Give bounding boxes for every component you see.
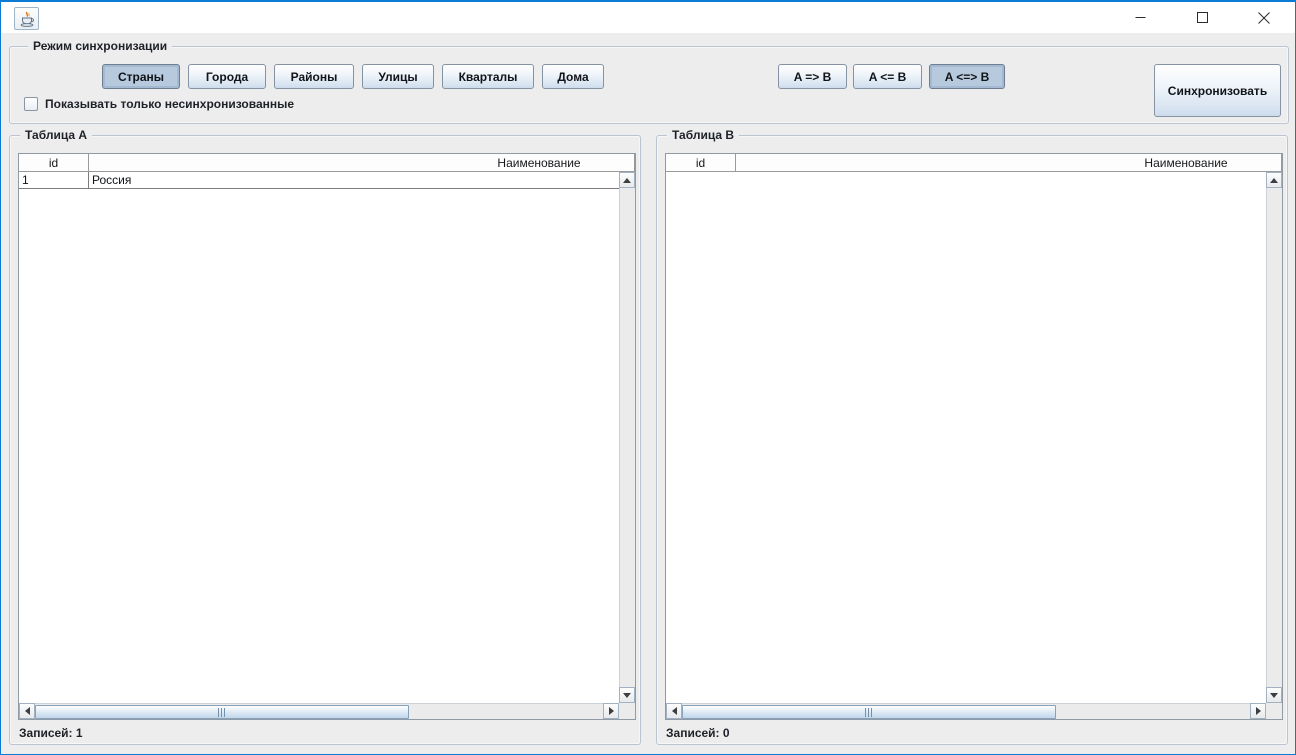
scroll-down-button[interactable] [619, 687, 635, 703]
maximize-button[interactable] [1171, 2, 1233, 33]
scrollbar-corner [619, 703, 635, 719]
checkbox-icon[interactable] [24, 97, 38, 111]
entity-button-cities[interactable]: Города [188, 64, 266, 89]
arrow-up-icon [623, 178, 631, 183]
horizontal-scroll-thumb[interactable] [35, 705, 409, 719]
close-icon [1258, 12, 1270, 24]
scroll-right-button[interactable] [603, 703, 619, 719]
maximize-icon [1197, 12, 1208, 23]
java-coffee-cup-icon [18, 11, 36, 27]
arrow-right-icon [1256, 707, 1261, 715]
scroll-right-button[interactable] [1250, 703, 1266, 719]
close-button[interactable] [1233, 2, 1295, 33]
window-controls [1109, 2, 1295, 33]
table-b-title: Таблица B [667, 128, 739, 143]
thumb-grip [865, 708, 873, 717]
minimize-button[interactable] [1109, 2, 1171, 33]
table-row[interactable]: 1 Россия [19, 172, 619, 189]
table-b-header-name-label: Наименование [736, 156, 1282, 170]
table-b-header-id[interactable]: id [666, 154, 736, 172]
scroll-up-button[interactable] [619, 172, 635, 188]
arrow-up-icon [1270, 178, 1278, 183]
table-a-viewport[interactable]: 1 Россия [19, 172, 619, 703]
table-b-scrollpane: id Наименование [665, 153, 1283, 720]
table-b-vertical-scrollbar[interactable] [1266, 172, 1282, 703]
titlebar[interactable] [1, 2, 1295, 33]
scroll-left-button[interactable] [19, 703, 35, 719]
table-b-viewport[interactable] [666, 172, 1266, 703]
system-menu-button[interactable] [14, 7, 39, 30]
table-a-header-name[interactable]: Наименование [89, 154, 635, 172]
direction-button-two-way[interactable]: A <=> B [929, 64, 1005, 89]
horizontal-scroll-thumb[interactable] [682, 705, 1056, 719]
table-b-record-count: Записей: 0 [666, 726, 730, 740]
scroll-up-button[interactable] [1266, 172, 1282, 188]
table-b-panel: Таблица B id Наименование Записей: 0 [656, 135, 1288, 745]
table-b-horizontal-scrollbar[interactable] [666, 703, 1266, 719]
table-a-record-count: Записей: 1 [19, 726, 83, 740]
arrow-left-icon [25, 707, 30, 715]
scrollbar-corner [1266, 703, 1282, 719]
scroll-left-button[interactable] [666, 703, 682, 719]
direction-button-a-to-b[interactable]: A => B [778, 64, 847, 89]
thumb-grip [218, 708, 226, 717]
cell-name[interactable]: Россия [89, 172, 619, 188]
table-a-header: id Наименование [19, 154, 635, 172]
table-a-panel: Таблица A id Наименование 1 Россия [9, 135, 641, 745]
direction-button-b-to-a[interactable]: A <= B [853, 64, 922, 89]
synchronize-button[interactable]: Синхронизовать [1154, 64, 1281, 117]
entity-button-districts[interactable]: Районы [274, 64, 354, 89]
table-b-header: id Наименование [666, 154, 1282, 172]
entity-button-houses[interactable]: Дома [542, 64, 604, 89]
cell-id[interactable]: 1 [19, 172, 89, 188]
table-a-header-id[interactable]: id [19, 154, 89, 172]
application-window: Режим синхронизации Страны Города Районы… [0, 0, 1296, 755]
entity-button-blocks[interactable]: Кварталы [442, 64, 534, 89]
minimize-icon [1135, 12, 1146, 23]
checkbox-label: Показывать только несинхронизованные [45, 97, 294, 111]
sync-mode-panel: Режим синхронизации Страны Города Районы… [9, 46, 1289, 124]
table-a-header-name-label: Наименование [89, 156, 635, 170]
entity-button-streets[interactable]: Улицы [362, 64, 434, 89]
table-a-vertical-scrollbar[interactable] [619, 172, 635, 703]
table-b-header-name[interactable]: Наименование [736, 154, 1282, 172]
arrow-right-icon [609, 707, 614, 715]
arrow-left-icon [672, 707, 677, 715]
arrow-down-icon [623, 693, 631, 698]
show-unsynced-checkbox[interactable]: Показывать только несинхронизованные [24, 97, 294, 111]
table-a-title: Таблица A [20, 128, 92, 143]
arrow-down-icon [1270, 693, 1278, 698]
entity-button-countries[interactable]: Страны [102, 64, 180, 89]
table-a-horizontal-scrollbar[interactable] [19, 703, 619, 719]
scroll-down-button[interactable] [1266, 687, 1282, 703]
sync-panel-title: Режим синхронизации [28, 39, 172, 54]
table-a-scrollpane: id Наименование 1 Россия [18, 153, 636, 720]
